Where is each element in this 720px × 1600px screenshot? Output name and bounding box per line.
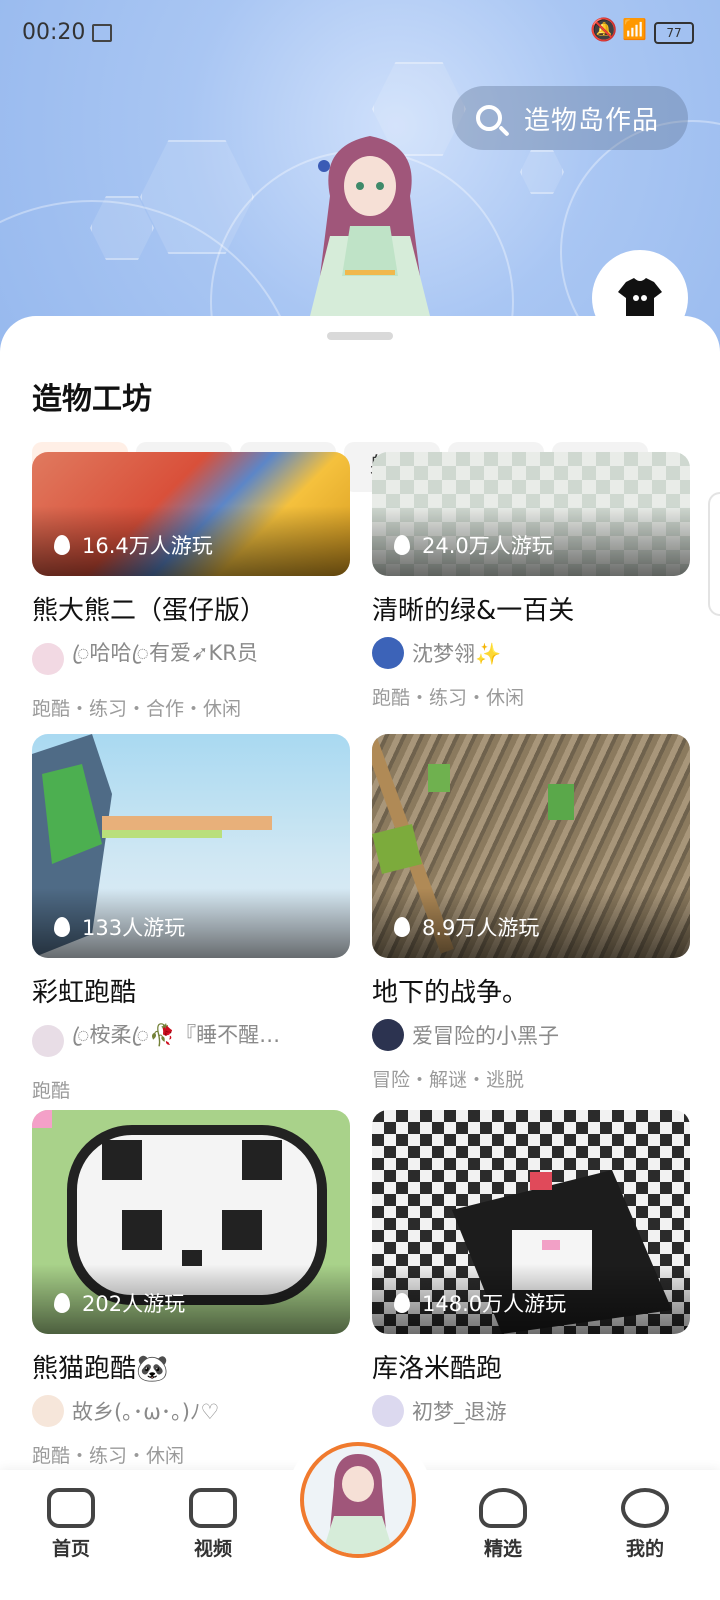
flame-icon xyxy=(54,535,70,555)
game-card[interactable]: 24.0万人游玩 清晰的绿&一百关 沈梦翎✨ 跑酷・练习・休闲 xyxy=(372,452,690,710)
center-avatar-button[interactable] xyxy=(300,1442,416,1558)
nav-label: 视频 xyxy=(193,1538,232,1560)
wifi-icon: 📶 xyxy=(622,17,647,41)
game-thumbnail: 16.4万人游玩 xyxy=(32,452,350,576)
game-card[interactable]: 133人游玩 彩虹跑酷 ꦿ桉柔ꦿ🥀『睡不醒… 跑酷 xyxy=(32,734,350,1103)
workshop-sheet: 造物工坊 全部跑酷休闲射击社交练习 16.4万人游玩 熊大熊二（蛋仔版） ꦿ哈哈… xyxy=(0,316,720,1600)
author-name: 初梦_退游 xyxy=(412,1400,507,1424)
play-count: 202人游玩 xyxy=(82,1292,186,1316)
avatar xyxy=(322,1454,394,1554)
game-tags: 跑酷・练习・合作・休闲 xyxy=(32,698,242,720)
author-avatar xyxy=(372,637,404,669)
author-name: 爱冒险的小黑子 xyxy=(412,1024,559,1048)
play-count: 24.0万人游玩 xyxy=(422,534,553,558)
game-card[interactable]: 8.9万人游玩 地下的战争。 爱冒险的小黑子 冒险・解谜・逃脱 xyxy=(372,734,690,1092)
nav-home[interactable]: 首页 xyxy=(26,1488,116,1561)
game-tags: 跑酷 xyxy=(32,1080,71,1102)
search-label: 造物岛作品 xyxy=(524,105,660,136)
author-avatar xyxy=(32,642,64,675)
bell-muted-icon: 🔕 xyxy=(590,18,618,43)
game-card[interactable]: 202人游玩 熊猫跑酷🐼 故乡(｡･ω･｡)ﾉ♡ 跑酷・练习・休闲 xyxy=(32,1110,350,1468)
game-title: 熊大熊二（蛋仔版） xyxy=(32,596,267,626)
author-row[interactable]: 沈梦翎✨ xyxy=(372,637,690,669)
play-count: 16.4万人游玩 xyxy=(82,534,213,558)
author-row[interactable]: ꦿ桉柔ꦿ🥀『睡不醒… xyxy=(32,1019,350,1062)
flame-icon xyxy=(394,917,410,937)
author-avatar xyxy=(372,1019,404,1051)
drag-handle[interactable] xyxy=(327,332,393,340)
nav-label: 我的 xyxy=(625,1538,664,1560)
author-name: ꦿ哈哈ꦿ有爱➶KR员 xyxy=(72,641,258,665)
play-count: 8.9万人游玩 xyxy=(422,916,540,940)
author-name: ꦿ桉柔ꦿ🥀『睡不醒… xyxy=(72,1023,281,1047)
gamepad-icon xyxy=(47,1488,95,1528)
play-count: 148.0万人游玩 xyxy=(422,1292,567,1316)
author-name: 故乡(｡･ω･｡)ﾉ♡ xyxy=(72,1400,220,1424)
sheet-title: 造物工坊 xyxy=(32,382,152,417)
battery-icon: 77 xyxy=(654,22,694,44)
author-row[interactable]: 故乡(｡･ω･｡)ﾉ♡ xyxy=(32,1395,350,1427)
gallery-notification-icon xyxy=(92,24,112,42)
game-thumbnail: 202人游玩 xyxy=(32,1110,350,1334)
author-row[interactable]: ꦿ哈哈ꦿ有爱➶KR员 xyxy=(32,637,350,680)
author-avatar xyxy=(32,1395,64,1427)
flame-icon xyxy=(54,917,70,937)
game-thumbnail: 24.0万人游玩 xyxy=(372,452,690,576)
game-title: 地下的战争。 xyxy=(372,978,529,1008)
search-icon xyxy=(476,105,502,131)
status-time: 00:20 xyxy=(22,20,86,45)
face-icon xyxy=(621,1488,669,1528)
flame-icon xyxy=(394,1293,410,1313)
author-avatar xyxy=(372,1395,404,1427)
author-row[interactable]: 爱冒险的小黑子 xyxy=(372,1019,690,1051)
tshirt-icon xyxy=(618,278,662,318)
status-bar: 00:20 🔕 📶 77 xyxy=(0,0,720,64)
flame-icon xyxy=(394,535,410,555)
search-works-button[interactable]: 造物岛作品 xyxy=(452,86,688,150)
author-avatar xyxy=(32,1024,64,1057)
flame-icon xyxy=(54,1293,70,1313)
game-title: 彩虹跑酷 xyxy=(32,978,137,1008)
side-handle[interactable] xyxy=(708,492,720,616)
game-thumbnail: 148.0万人游玩 xyxy=(372,1110,690,1334)
game-tags: 冒险・解谜・逃脱 xyxy=(372,1069,525,1091)
game-tags: 跑酷・练习・休闲 xyxy=(372,687,525,709)
game-title: 清晰的绿&一百关 xyxy=(372,596,575,626)
author-name: 沈梦翎✨ xyxy=(412,642,502,666)
game-thumbnail: 133人游玩 xyxy=(32,734,350,958)
play-count: 133人游玩 xyxy=(82,916,186,940)
game-title: 库洛米酷跑 xyxy=(372,1354,503,1384)
character-avatar[interactable] xyxy=(290,126,450,336)
author-row[interactable]: 初梦_退游 xyxy=(372,1395,690,1427)
game-card[interactable]: 16.4万人游玩 熊大熊二（蛋仔版） ꦿ哈哈ꦿ有爱➶KR员 跑酷・练习・合作・休… xyxy=(32,452,350,721)
nav-me[interactable]: 我的 xyxy=(600,1488,690,1561)
game-thumbnail: 8.9万人游玩 xyxy=(372,734,690,958)
nav-label: 精选 xyxy=(483,1538,522,1560)
nav-video[interactable]: 视频 xyxy=(168,1488,258,1561)
play-icon xyxy=(189,1488,237,1528)
game-card[interactable]: 148.0万人游玩 库洛米酷跑 初梦_退游 xyxy=(372,1110,690,1427)
nav-label: 首页 xyxy=(51,1538,90,1560)
heart-icon xyxy=(479,1488,527,1528)
game-title: 熊猫跑酷🐼 xyxy=(32,1354,169,1384)
nav-featured[interactable]: 精选 xyxy=(458,1488,548,1561)
hex-decoration xyxy=(520,150,564,194)
